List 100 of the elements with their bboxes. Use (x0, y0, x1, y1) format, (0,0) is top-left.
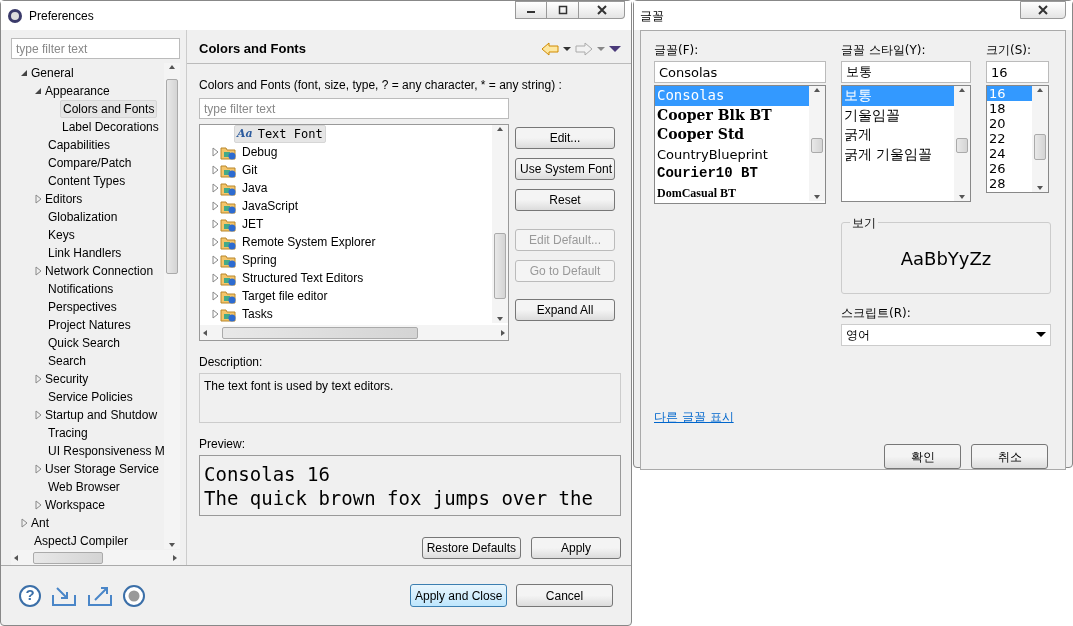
side-button[interactable]: Reset (515, 189, 615, 211)
dialog-button[interactable]: Cancel (516, 584, 613, 607)
tree-item[interactable]: Spring (240, 252, 279, 268)
caret-icon[interactable] (563, 45, 571, 52)
list-item[interactable]: CountryBlueprint (655, 144, 809, 164)
tree-item[interactable]: Project Natures (46, 317, 133, 333)
tree-item[interactable]: Ant (29, 515, 51, 531)
script-dropdown[interactable]: 영어 (841, 324, 1051, 346)
tree-item[interactable]: Tasks (240, 306, 275, 322)
tree-item[interactable]: Web Browser (46, 479, 122, 495)
list-item[interactable]: 22 (987, 131, 1032, 146)
record-icon[interactable] (123, 584, 145, 607)
tree-item[interactable]: Editors (43, 191, 85, 207)
tree-item[interactable]: Colors and Fonts (60, 100, 158, 118)
tree-item[interactable]: Workspace (43, 497, 107, 513)
scrollbar[interactable] (11, 550, 180, 565)
list-item[interactable]: 18 (987, 101, 1032, 116)
collapse-icon[interactable] (19, 68, 29, 78)
help-icon[interactable]: ? (19, 584, 41, 607)
scroll-thumb[interactable] (956, 138, 968, 153)
close-button[interactable] (579, 1, 625, 19)
scroll-thumb[interactable] (1034, 134, 1046, 160)
list-item[interactable]: DomCasual BT (655, 183, 809, 203)
list-item[interactable]: 굵게 (842, 125, 954, 145)
export-icon[interactable] (87, 584, 113, 607)
filter-field[interactable]: type filter text (11, 38, 180, 59)
list-item[interactable]: 굵게 기울임꼴 (842, 144, 954, 164)
tree-item[interactable]: AspectJ Compiler (32, 533, 131, 549)
scrollbar[interactable] (492, 125, 508, 323)
tree-item[interactable]: Appearance (43, 83, 112, 99)
tree-item[interactable]: General (29, 65, 76, 81)
scroll-down-icon[interactable] (958, 193, 966, 201)
tree-item[interactable]: Debug (240, 144, 280, 160)
list-item[interactable]: Cooper Blk BT (655, 105, 809, 125)
tree-item[interactable]: Keys (46, 227, 77, 243)
cancel-button[interactable]: 취소 (971, 444, 1048, 469)
tree-item[interactable]: Perspectives (46, 299, 119, 315)
text-field[interactable]: 16 (986, 61, 1049, 83)
tree-item[interactable]: Compare/Patch (46, 155, 134, 171)
collapse-icon[interactable] (33, 86, 43, 96)
expand-icon[interactable] (33, 266, 43, 276)
tree-item[interactable]: Startup and Shutdow (43, 407, 160, 423)
expand-icon[interactable] (19, 518, 29, 528)
text-field[interactable]: Consolas (654, 61, 826, 83)
tree-item[interactable]: Content Types (46, 173, 128, 189)
scroll-up-icon[interactable] (1036, 86, 1044, 94)
scrollbar[interactable] (809, 86, 825, 201)
scrollbar[interactable] (200, 325, 508, 340)
scrollbar[interactable] (954, 86, 970, 201)
expand-icon[interactable] (33, 500, 43, 510)
scrollbar[interactable] (1032, 86, 1048, 192)
scroll-up-icon[interactable] (813, 86, 821, 94)
expand-icon[interactable] (33, 374, 43, 384)
scroll-thumb[interactable] (33, 551, 103, 564)
tree-item[interactable]: JavaScript (240, 198, 301, 214)
tree-item[interactable]: Notifications (46, 281, 116, 297)
expand-icon[interactable] (33, 194, 43, 204)
tree-item[interactable]: Label Decorations (60, 119, 161, 135)
ok-button[interactable]: 확인 (884, 444, 961, 469)
scroll-down-icon[interactable] (1036, 184, 1044, 192)
list-item[interactable]: Cooper Std (655, 125, 809, 145)
list-item[interactable]: 28 (987, 176, 1032, 191)
apply-button[interactable]: Apply (531, 537, 621, 559)
tree-item[interactable]: Java (240, 180, 270, 196)
more-fonts-link[interactable]: 다른 글꼴 표시 (654, 408, 734, 426)
tree-item[interactable]: Link Handlers (46, 245, 124, 261)
tree-item[interactable]: Capabilities (46, 137, 113, 153)
list-item[interactable]: 24 (987, 146, 1032, 161)
text-field[interactable]: 보통 (841, 61, 971, 83)
maximize-button[interactable] (547, 1, 579, 19)
tree-item[interactable]: Git (240, 162, 260, 178)
scrollbar[interactable] (164, 63, 180, 549)
tree-item[interactable]: Remote System Explorer (240, 234, 378, 250)
scroll-down-icon[interactable] (496, 315, 504, 323)
tree-item[interactable]: Quick Search (46, 335, 123, 351)
side-button[interactable]: Edit... (515, 127, 615, 149)
list-item[interactable]: 26 (987, 161, 1032, 176)
tree-item[interactable]: Target file editor (240, 288, 330, 304)
tree-item[interactable]: User Storage Service (43, 461, 162, 477)
tree-item[interactable]: Service Policies (46, 389, 135, 405)
tree-item[interactable]: Search (46, 353, 89, 369)
import-icon[interactable] (51, 584, 77, 607)
menu-icon[interactable] (609, 44, 621, 53)
restore-defaults-button[interactable]: Restore Defaults (421, 537, 521, 559)
expand-icon[interactable] (33, 410, 43, 420)
scroll-up-icon[interactable] (168, 63, 176, 71)
scroll-up-icon[interactable] (496, 125, 504, 133)
filter-field[interactable]: type filter text (199, 98, 509, 119)
scroll-thumb[interactable] (494, 233, 506, 299)
dialog-button[interactable]: Apply and Close (410, 584, 507, 607)
side-button[interactable]: Use System Font (515, 158, 615, 180)
tree-item[interactable]: Aa Text Font (234, 125, 326, 143)
close-button[interactable] (1020, 1, 1066, 19)
minimize-button[interactable] (515, 1, 547, 19)
scroll-up-icon[interactable] (958, 86, 966, 94)
scroll-thumb[interactable] (166, 79, 178, 274)
scroll-thumb[interactable] (811, 138, 823, 153)
scroll-down-icon[interactable] (813, 193, 821, 201)
tree-item[interactable]: Tracing (46, 425, 90, 441)
side-button[interactable]: Expand All (515, 299, 615, 321)
